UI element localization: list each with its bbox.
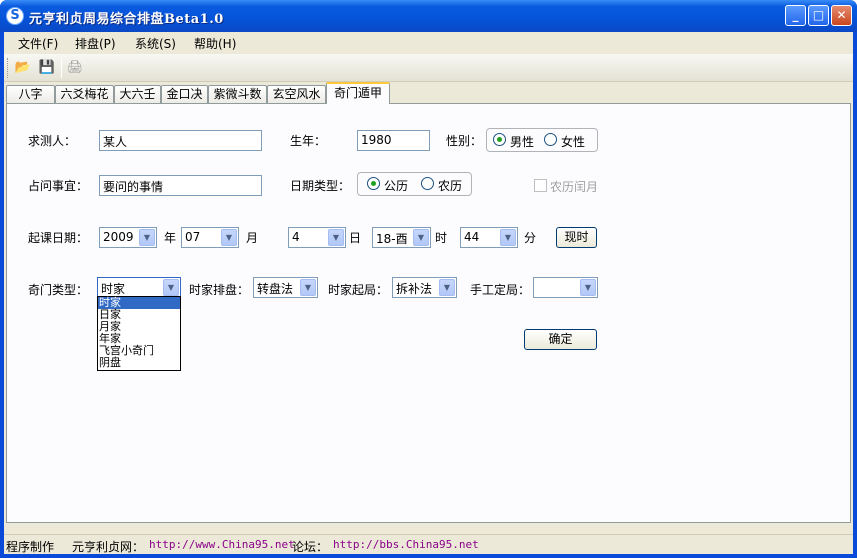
client-area: 文件(F) 排盘(P) 系统(S) 帮助(H) 📂 💾 🖨 八字 六爻梅花 大六…: [4, 32, 853, 554]
tab-liuyao[interactable]: 六爻梅花: [55, 85, 114, 103]
open-folder-icon[interactable]: 📂: [14, 59, 32, 77]
menu-layout[interactable]: 排盘(P): [75, 35, 116, 52]
tab-jinkoujue[interactable]: 金口决: [161, 85, 208, 103]
tab-qimen[interactable]: 奇门遁甲: [326, 82, 390, 104]
menu-help[interactable]: 帮助(H): [194, 35, 236, 52]
qimen-type-value: 时家: [101, 282, 126, 296]
maximize-button[interactable]: □: [808, 5, 829, 26]
matter-label: 占问事宜：: [28, 179, 89, 193]
month-unit: 月: [246, 231, 259, 245]
asker-label: 求测人：: [28, 134, 77, 148]
year-value: 2009: [103, 230, 134, 244]
hour-method-label: 时家排盘：: [189, 283, 250, 297]
window-title: 元亨利贞周易综合排盘Beta1.0: [29, 12, 224, 27]
menu-system[interactable]: 系统(S): [135, 35, 176, 52]
chevron-down-icon[interactable]: ▼: [328, 229, 344, 246]
tab-bazi[interactable]: 八字: [6, 85, 55, 103]
close-button[interactable]: ✕: [831, 5, 852, 26]
female-radio[interactable]: [544, 133, 557, 146]
male-label[interactable]: 男性: [510, 133, 534, 150]
toolbar-separator: [61, 58, 62, 78]
chevron-down-icon[interactable]: ▼: [300, 279, 316, 296]
qimen-type-label: 奇门类型：: [28, 283, 89, 297]
male-radio[interactable]: [493, 133, 506, 146]
menu-file[interactable]: 文件(F): [18, 35, 58, 52]
gender-label: 性别：: [446, 134, 483, 148]
birth-year-label: 生年：: [290, 134, 327, 148]
chevron-down-icon[interactable]: ▼: [500, 229, 516, 246]
solar-label[interactable]: 公历: [384, 177, 408, 194]
status-forum-link[interactable]: http://bbs.China95.net: [333, 538, 479, 551]
now-button[interactable]: 现时: [556, 227, 597, 248]
day-unit: 日: [349, 231, 362, 245]
year-select[interactable]: 2009 ▼: [99, 227, 157, 248]
chevron-down-icon[interactable]: ▼: [413, 229, 429, 246]
minute-select[interactable]: 44 ▼: [460, 227, 518, 248]
tab-daliuren[interactable]: 大六壬: [114, 85, 161, 103]
hour-unit: 时: [435, 231, 448, 245]
hour-value: 18-酉: [376, 232, 408, 246]
status-forum-label: 论坛：: [292, 540, 329, 554]
hour-method-select[interactable]: 转盘法 ▼: [253, 277, 318, 298]
chevron-down-icon[interactable]: ▼: [139, 229, 155, 246]
hour-method-value: 转盘法: [257, 282, 294, 296]
day-value: 4: [292, 230, 300, 244]
month-value: 07: [185, 230, 201, 244]
month-select[interactable]: 07 ▼: [181, 227, 239, 248]
minute-value: 44: [464, 230, 480, 244]
female-label[interactable]: 女性: [561, 133, 585, 150]
chevron-down-icon[interactable]: ▼: [439, 279, 455, 296]
solar-radio[interactable]: [367, 177, 380, 190]
hour-start-value: 拆补法: [396, 282, 433, 296]
status-maker: 程序制作: [6, 540, 55, 554]
qimen-type-dropdown: 时家 日家 月家 年家 飞宫小奇门 阴盘: [97, 296, 181, 371]
toolbar-grip[interactable]: [7, 58, 10, 78]
year-unit: 年: [164, 231, 177, 245]
start-date-label: 起课日期：: [28, 231, 89, 245]
gender-group: 男性 女性: [486, 128, 598, 152]
chevron-down-icon[interactable]: ▼: [580, 279, 596, 296]
status-site-link[interactable]: http://www.China95.net: [149, 538, 295, 551]
hour-start-label: 时家起局：: [328, 283, 389, 297]
leap-month-label[interactable]: 农历闰月: [550, 178, 598, 195]
lunar-radio[interactable]: [421, 177, 434, 190]
print-icon[interactable]: 🖨: [66, 59, 84, 77]
save-icon[interactable]: 💾: [38, 59, 56, 77]
date-type-label: 日期类型：: [290, 179, 351, 193]
hour-select[interactable]: 18-酉 ▼: [372, 227, 431, 248]
tab-strip: 八字 六爻梅花 大六壬 金口决 紫微斗数 玄空风水 奇门遁甲: [4, 82, 853, 104]
status-bar: 程序制作 元亨利贞网： http://www.China95.net 论坛： h…: [4, 534, 853, 554]
leap-month-checkbox[interactable]: [534, 179, 547, 192]
manual-label: 手工定局：: [470, 283, 531, 297]
date-type-group: 公历 农历: [357, 172, 472, 196]
qimen-type-select[interactable]: 时家 ▼: [97, 277, 181, 298]
day-select[interactable]: 4 ▼: [288, 227, 346, 248]
menu-bar: 文件(F) 排盘(P) 系统(S) 帮助(H): [4, 32, 853, 54]
asker-input[interactable]: 某人: [99, 130, 262, 151]
chevron-down-icon[interactable]: ▼: [221, 229, 237, 246]
tab-fengshui[interactable]: 玄空风水: [267, 85, 326, 103]
confirm-button[interactable]: 确定: [524, 329, 597, 350]
chevron-down-icon[interactable]: ▼: [163, 279, 179, 296]
matter-input[interactable]: 要问的事情: [99, 175, 262, 196]
hour-start-select[interactable]: 拆补法 ▼: [392, 277, 457, 298]
status-site-label: 元亨利贞网：: [72, 540, 145, 554]
title-bar[interactable]: S 元亨利贞周易综合排盘Beta1.0 _ □ ✕: [0, 0, 857, 32]
toolbar: 📂 💾 🖨: [4, 54, 853, 82]
dropdown-option[interactable]: 阴盘: [98, 357, 180, 369]
birth-year-input[interactable]: 1980: [357, 130, 430, 151]
app-window: S 元亨利贞周易综合排盘Beta1.0 _ □ ✕ 文件(F) 排盘(P) 系统…: [0, 0, 857, 558]
tab-ziwei[interactable]: 紫微斗数: [208, 85, 267, 103]
app-icon: S: [6, 7, 24, 25]
manual-select[interactable]: ▼: [533, 277, 598, 298]
minute-unit: 分: [524, 231, 537, 245]
lunar-label[interactable]: 农历: [438, 177, 462, 194]
minimize-button[interactable]: _: [785, 5, 806, 26]
